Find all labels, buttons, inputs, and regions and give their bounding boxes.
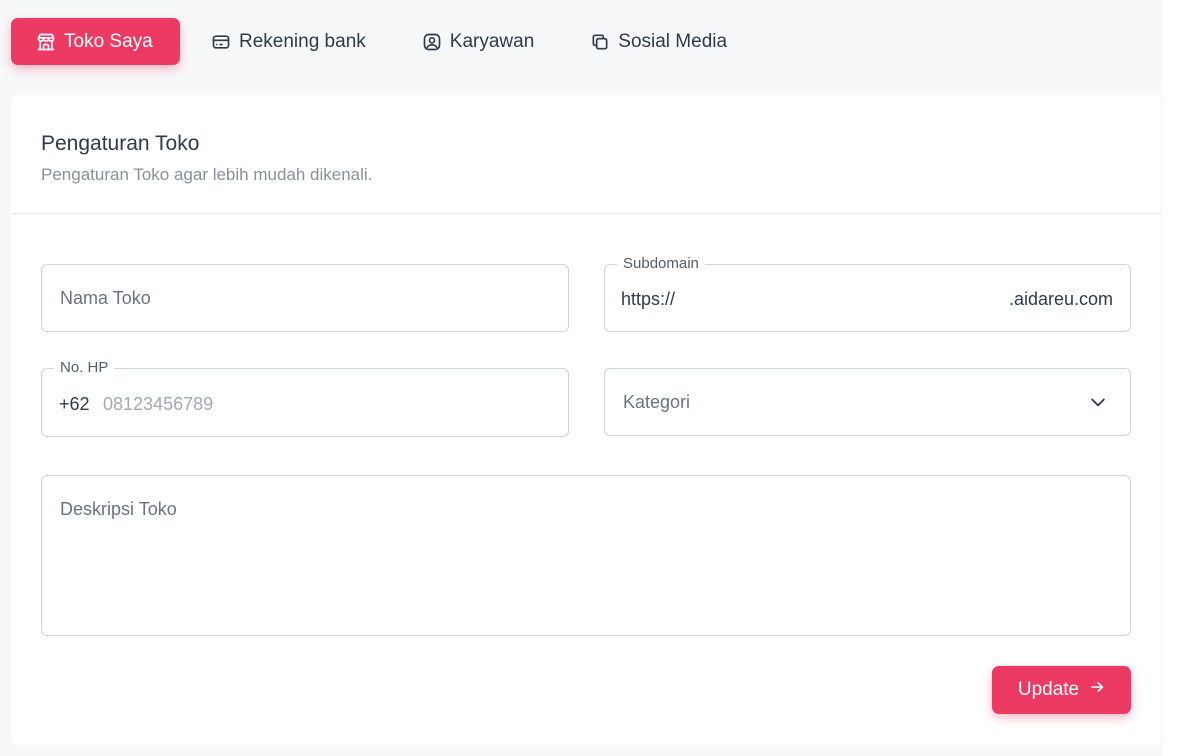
phone-country-code: +62 [59,394,90,414]
tab-karyawan[interactable]: Karyawan [397,18,560,65]
right-edge-strip [1162,0,1194,756]
card-header: Pengaturan Toko Pengaturan Toko agar leb… [11,95,1161,214]
tab-rekening-bank-label: Rekening bank [239,30,366,52]
phone-label: No. HP [54,360,115,376]
user-circle-icon [422,32,442,52]
credit-card-icon [211,32,231,52]
subdomain-label: Subdomain [617,256,705,272]
card-subtitle: Pengaturan Toko agar lebih mudah dikenal… [41,165,373,184]
update-button-label: Update [1017,679,1080,700]
subdomain-suffix: .aidareu.com [1008,289,1113,309]
store-icon [36,32,56,52]
settings-tabs: Toko Saya Rekening bank Karyawan Sosial … [11,18,752,65]
chevron-down-icon [1088,392,1108,412]
arrow-right-icon [1089,679,1105,701]
kategori-placeholder: Kategori [623,392,691,412]
update-button[interactable]: Update [992,666,1131,714]
kategori-select[interactable]: Kategori [604,368,1131,436]
phone-field[interactable]: No. HP +62 08123456789 [41,360,569,437]
phone-placeholder: 08123456789 [103,394,214,414]
tab-rekening-bank[interactable]: Rekening bank [186,18,391,65]
tab-toko-saya[interactable]: Toko Saya [11,18,180,65]
page: Toko Saya Rekening bank Karyawan Sosial … [0,0,1194,756]
subdomain-field[interactable]: Subdomain https:// .aidareu.com [604,256,1131,332]
nama-toko-field[interactable]: Nama Toko [41,264,569,332]
card-title: Pengaturan Toko [41,132,200,155]
deskripsi-placeholder: Deskripsi Toko [60,499,177,519]
tab-toko-saya-label: Toko Saya [64,30,153,52]
nama-toko-placeholder: Nama Toko [60,288,151,308]
tab-karyawan-label: Karyawan [449,30,535,52]
copy-icon [590,32,610,52]
deskripsi-toko-textarea[interactable]: Deskripsi Toko [41,475,1131,636]
subdomain-prefix: https:// [621,289,676,309]
tab-sosial-media[interactable]: Sosial Media [565,18,752,65]
tab-sosial-media-label: Sosial Media [618,30,728,52]
